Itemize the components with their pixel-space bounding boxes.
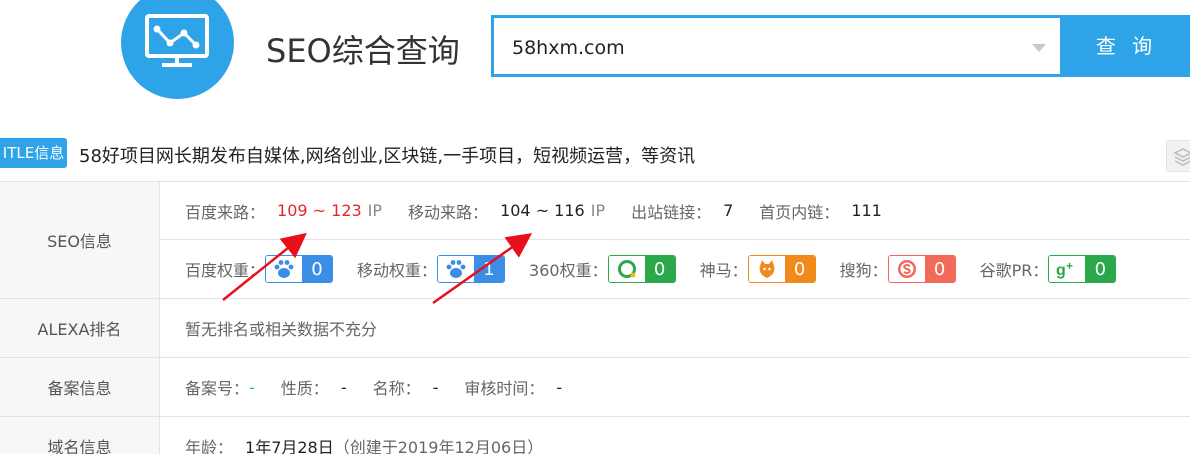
paw-icon bbox=[446, 260, 466, 278]
google-plus-icon: g + bbox=[1056, 259, 1073, 279]
mobile-weight-label: 移动权重： bbox=[357, 261, 438, 280]
title-info-row: ITLE信息 58好项目网长期发布自媒体,网络创业,区块链,一手项目，短视频运营… bbox=[0, 138, 1190, 172]
icp-number-label: 备案号： bbox=[185, 379, 250, 398]
dropdown-caret-icon[interactable] bbox=[1032, 44, 1046, 52]
sogou-weight-value: 0 bbox=[924, 256, 955, 282]
info-table: SEO信息 百度来路： 109 ~ 123 IP 移动来路： 104 ~ 116… bbox=[0, 181, 1190, 454]
seo-info-row: SEO信息 百度来路： 109 ~ 123 IP 移动来路： 104 ~ 116… bbox=[0, 182, 1190, 299]
icp-label: 备案信息 bbox=[0, 358, 160, 416]
domain-label: 域名信息 bbox=[0, 417, 160, 454]
domain-age-value: 1年7月28日 bbox=[245, 438, 334, 454]
ip-unit: IP bbox=[367, 201, 383, 220]
shenma-weight-badge[interactable]: 0 bbox=[747, 255, 816, 283]
shenma-weight-label: 神马： bbox=[699, 261, 748, 280]
baidu-weight-badge[interactable]: 0 bbox=[265, 255, 334, 283]
icp-name-label: 名称： bbox=[372, 379, 421, 398]
google-pr-label: 谷歌PR： bbox=[979, 261, 1049, 280]
baidu-weight-value: 0 bbox=[302, 256, 333, 282]
layers-icon bbox=[1173, 148, 1190, 166]
icp-time-label: 审核时间： bbox=[464, 379, 545, 398]
360-icon bbox=[617, 260, 636, 278]
title-info-badge: ITLE信息 bbox=[0, 138, 67, 168]
sogou-weight-badge[interactable]: 0 bbox=[887, 255, 956, 283]
layers-button[interactable] bbox=[1166, 140, 1190, 172]
inner-links-value[interactable]: 111 bbox=[851, 201, 882, 220]
360-weight-value: 0 bbox=[644, 256, 675, 282]
google-pr-value: 0 bbox=[1085, 256, 1116, 282]
paw-icon bbox=[274, 260, 294, 278]
mobile-weight-badge[interactable]: 1 bbox=[437, 255, 506, 283]
chart-monitor-icon bbox=[145, 14, 209, 67]
domain-row: 域名信息 年龄： 1年7月28日 （创建于2019年12月06日） bbox=[0, 417, 1190, 454]
icp-nature-label: 性质： bbox=[280, 379, 329, 398]
traffic-line: 百度来路： 109 ~ 123 IP 移动来路： 104 ~ 116 IP 出站… bbox=[160, 182, 1190, 240]
sogou-icon bbox=[897, 260, 916, 278]
seo-info-label: SEO信息 bbox=[0, 182, 160, 298]
baidu-traffic-label: 百度来路： bbox=[185, 202, 266, 222]
baidu-traffic-value[interactable]: 109 ~ 123 bbox=[277, 201, 362, 220]
alexa-label: ALEXA排名 bbox=[0, 299, 160, 357]
google-pr-badge[interactable]: g + 0 bbox=[1048, 255, 1117, 283]
sogou-weight-label: 搜狗： bbox=[839, 261, 888, 280]
page-title: SEO综合查询 bbox=[266, 32, 460, 70]
title-info-text: 58好项目网长期发布自媒体,网络创业,区块链,一手项目，短视频运营，等资讯 bbox=[79, 146, 696, 167]
domain-age-label: 年龄： bbox=[185, 438, 234, 454]
360-weight-badge[interactable]: 0 bbox=[607, 255, 676, 283]
mobile-traffic-label: 移动来路： bbox=[408, 202, 489, 222]
mobile-weight-value: 1 bbox=[474, 256, 505, 282]
svg-text:g: g bbox=[1056, 262, 1066, 279]
icp-line: 备案号： - 性质： - 名称： - 审核时间： - bbox=[160, 358, 1190, 416]
outbound-links-label: 出站链接： bbox=[631, 202, 712, 222]
icp-time-value: - bbox=[556, 377, 563, 397]
outbound-links-value[interactable]: 7 bbox=[723, 201, 733, 220]
search-input[interactable]: 58hxm.com bbox=[491, 15, 1063, 77]
360-weight-label: 360权重： bbox=[529, 261, 608, 280]
icp-row: 备案信息 备案号： - 性质： - 名称： - 审核时间： - bbox=[0, 358, 1190, 417]
logo bbox=[121, 0, 234, 99]
search-input-value: 58hxm.com bbox=[512, 37, 625, 59]
weights-line: 百度权重： 0 移动权重： 1 360权重： 0 神马： 0 搜狗： 0 谷歌P… bbox=[160, 240, 1190, 298]
baidu-weight-label: 百度权重： bbox=[185, 261, 266, 280]
shenma-weight-value: 0 bbox=[784, 256, 815, 282]
search-button[interactable]: 查 询 bbox=[1063, 15, 1190, 77]
domain-line: 年龄： 1年7月28日 （创建于2019年12月06日） bbox=[160, 417, 1190, 454]
alexa-row: ALEXA排名 暂无排名或相关数据不充分 bbox=[0, 299, 1190, 358]
alexa-value: 暂无排名或相关数据不充分 bbox=[185, 320, 378, 339]
mobile-traffic-value[interactable]: 104 ~ 116 bbox=[500, 201, 585, 220]
shenma-icon bbox=[759, 260, 774, 278]
domain-created: （创建于2019年12月06日） bbox=[333, 438, 544, 454]
ip-unit: IP bbox=[590, 201, 606, 220]
inner-links-label: 首页内链： bbox=[759, 202, 840, 222]
icp-name-value: - bbox=[432, 377, 439, 397]
icp-nature-value: - bbox=[340, 377, 347, 397]
svg-text:+: + bbox=[1066, 259, 1073, 273]
icp-number-value[interactable]: - bbox=[249, 378, 255, 397]
